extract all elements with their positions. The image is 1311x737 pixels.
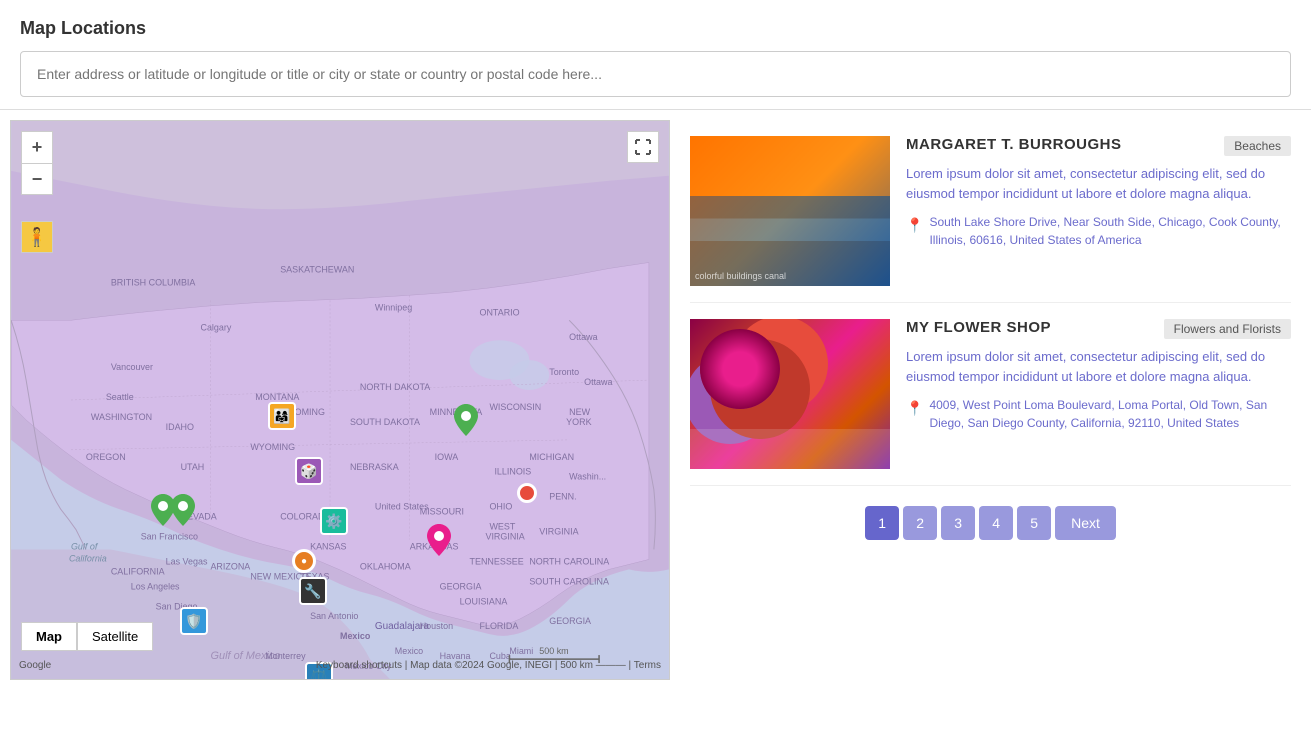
map-pin-12[interactable]: [427, 524, 451, 561]
listing-description-0: Lorem ipsum dolor sit amet, consectetur …: [906, 164, 1291, 203]
svg-text:500 km: 500 km: [539, 646, 568, 656]
svg-text:NORTH DAKOTA: NORTH DAKOTA: [360, 382, 430, 392]
svg-text:OHIO: OHIO: [489, 502, 512, 512]
page-title: Map Locations: [20, 18, 1291, 39]
map-pin-8[interactable]: 🛡️: [180, 593, 208, 621]
location-search-input[interactable]: [20, 51, 1291, 97]
svg-text:Miami: Miami: [509, 646, 533, 656]
page-button-5[interactable]: 5: [1017, 506, 1051, 540]
address-pin-icon-0: 📍: [906, 215, 923, 236]
svg-text:WEST: WEST: [489, 522, 515, 532]
map-type-satellite-button[interactable]: Satellite: [77, 622, 153, 651]
svg-text:WASHINGTON: WASHINGTON: [91, 412, 152, 422]
svg-text:PENN.: PENN.: [549, 492, 576, 502]
map-pin-10[interactable]: [454, 404, 478, 441]
next-button[interactable]: Next: [1055, 506, 1116, 540]
svg-text:Washin...: Washin...: [569, 472, 606, 482]
map-pin-3[interactable]: 👨‍👩‍👧: [268, 388, 296, 416]
svg-text:SOUTH CAROLINA: SOUTH CAROLINA: [529, 576, 609, 586]
svg-text:Toronto: Toronto: [549, 367, 579, 377]
listing-card-1: MY FLOWER SHOP Flowers and Florists Lore…: [690, 303, 1291, 486]
svg-text:NORTH CAROLINA: NORTH CAROLINA: [529, 556, 609, 566]
listing-badge-0: Beaches: [1224, 136, 1291, 156]
listing-badge-1: Flowers and Florists: [1164, 319, 1291, 339]
svg-text:VIRGINIA: VIRGINIA: [485, 532, 524, 542]
svg-text:WISCONSIN: WISCONSIN: [489, 402, 541, 412]
svg-text:San Francisco: San Francisco: [141, 532, 198, 542]
listing-title-1: MY FLOWER SHOP: [906, 319, 1051, 336]
svg-text:SOUTH DAKOTA: SOUTH DAKOTA: [350, 417, 420, 427]
svg-text:Winnipeg: Winnipeg: [375, 302, 412, 312]
page-button-3[interactable]: 3: [941, 506, 975, 540]
svg-text:Gulf of: Gulf of: [71, 541, 99, 551]
svg-text:ARIZONA: ARIZONA: [210, 561, 250, 571]
svg-text:SASKATCHEWAN: SASKATCHEWAN: [280, 264, 354, 274]
svg-text:GEORGIA: GEORGIA: [440, 581, 482, 591]
fullscreen-button[interactable]: [627, 131, 659, 163]
svg-text:California: California: [69, 553, 107, 563]
listing-info-1: MY FLOWER SHOP Flowers and Florists Lore…: [906, 319, 1291, 432]
svg-text:UTAH: UTAH: [181, 462, 205, 472]
listing-address-0: 📍 South Lake Shore Drive, Near South Sid…: [906, 213, 1291, 249]
listing-address-1: 📍 4009, West Point Loma Boulevard, Loma …: [906, 396, 1291, 432]
page-button-4[interactable]: 4: [979, 506, 1013, 540]
svg-text:NEW: NEW: [569, 407, 590, 417]
map-pin-6[interactable]: ●: [292, 537, 316, 561]
svg-text:IOWA: IOWA: [435, 452, 459, 462]
svg-text:United States: United States: [375, 502, 429, 512]
map-zoom-controls: + −: [21, 131, 53, 195]
svg-text:Las Vegas: Las Vegas: [166, 556, 208, 566]
svg-text:CALIFORNIA: CALIFORNIA: [111, 566, 165, 576]
map-type-selector: Map Satellite: [21, 622, 153, 651]
address-pin-icon-1: 📍: [906, 398, 923, 419]
svg-text:BRITISH COLUMBIA: BRITISH COLUMBIA: [111, 277, 196, 287]
svg-text:GEORGIA: GEORGIA: [549, 616, 591, 626]
map-data-attribution: Keyboard shortcuts | Map data ©2024 Goog…: [316, 660, 661, 671]
svg-text:YORK: YORK: [566, 417, 591, 427]
listing-image-0: [690, 136, 890, 286]
google-logo: Google: [19, 660, 51, 671]
svg-text:Ottawa: Ottawa: [569, 332, 597, 342]
svg-text:ONTARIO: ONTARIO: [480, 307, 520, 317]
svg-text:NEBRASKA: NEBRASKA: [350, 462, 399, 472]
svg-text:FLORIDA: FLORIDA: [480, 621, 519, 631]
svg-text:IDAHO: IDAHO: [166, 422, 194, 432]
map-pin-2[interactable]: [171, 494, 195, 531]
map-pin-11[interactable]: [517, 473, 537, 493]
map-pin-5[interactable]: ⚙️: [320, 493, 348, 521]
svg-text:Calgary: Calgary: [201, 322, 232, 332]
listing-card-0: MARGARET T. BURROUGHS Beaches Lorem ipsu…: [690, 120, 1291, 303]
listing-image-1: [690, 319, 890, 469]
street-view-button[interactable]: 🧍: [21, 221, 53, 253]
svg-text:TENNESSEE: TENNESSEE: [470, 556, 524, 566]
svg-text:Ottawa: Ottawa: [584, 377, 612, 387]
map-pin-7[interactable]: 🔧: [299, 563, 327, 591]
listing-description-1: Lorem ipsum dolor sit amet, consectetur …: [906, 347, 1291, 386]
map-type-map-button[interactable]: Map: [21, 622, 77, 651]
svg-text:San Antonio: San Antonio: [310, 611, 358, 621]
page-button-2[interactable]: 2: [903, 506, 937, 540]
listing-panel: MARGARET T. BURROUGHS Beaches Lorem ipsu…: [670, 110, 1311, 727]
svg-text:OKLAHOMA: OKLAHOMA: [360, 561, 411, 571]
zoom-in-button[interactable]: +: [21, 131, 53, 163]
map-attribution: Google Keyboard shortcuts | Map data ©20…: [11, 660, 669, 671]
svg-text:Vancouver: Vancouver: [111, 362, 153, 372]
listing-info-0: MARGARET T. BURROUGHS Beaches Lorem ipsu…: [906, 136, 1291, 249]
map-container: Gulf of Mexico BRITISH COLUMBIA SASKATCH…: [10, 120, 670, 680]
svg-text:Houston: Houston: [420, 621, 453, 631]
svg-text:OREGON: OREGON: [86, 452, 126, 462]
page-button-1[interactable]: 1: [865, 506, 899, 540]
svg-text:Mexico: Mexico: [395, 646, 423, 656]
svg-text:Los Angeles: Los Angeles: [131, 581, 180, 591]
svg-text:Seattle: Seattle: [106, 392, 134, 402]
svg-text:Mexico: Mexico: [340, 631, 371, 641]
svg-text:MICHIGAN: MICHIGAN: [529, 452, 574, 462]
listing-title-0: MARGARET T. BURROUGHS: [906, 136, 1122, 153]
svg-text:WYOMING: WYOMING: [250, 442, 295, 452]
map-pin-4[interactable]: 🎲: [295, 443, 323, 471]
zoom-out-button[interactable]: −: [21, 163, 53, 195]
svg-text:VIRGINIA: VIRGINIA: [539, 527, 578, 537]
svg-text:LOUISIANA: LOUISIANA: [460, 596, 508, 606]
pagination: 1 2 3 4 5 Next: [690, 486, 1291, 550]
